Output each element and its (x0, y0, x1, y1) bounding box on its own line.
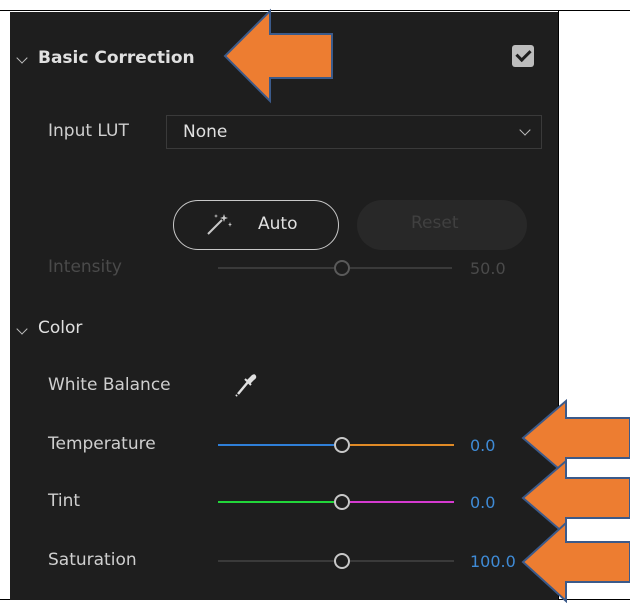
annotation-arrow-saturation (521, 520, 630, 603)
annotation-arrow-basic-correction (223, 8, 333, 104)
basic-correction-chevron-icon[interactable] (16, 52, 28, 64)
tint-value[interactable]: 0.0 (470, 493, 495, 512)
saturation-track-right (350, 560, 454, 562)
intensity-slider-handle[interactable] (334, 260, 350, 276)
saturation-value[interactable]: 100.0 (470, 552, 516, 571)
chevron-down-icon (519, 124, 531, 136)
auto-button-label: Auto (258, 214, 298, 234)
eyedropper-icon[interactable] (234, 372, 258, 402)
basic-correction-title[interactable]: Basic Correction (38, 48, 195, 68)
auto-button[interactable]: Auto (173, 200, 339, 250)
intensity-track-left (218, 267, 334, 269)
white-balance-label: White Balance (48, 375, 171, 395)
tint-label: Tint (48, 491, 81, 511)
magic-wand-icon (204, 212, 234, 242)
saturation-track-left (218, 560, 334, 562)
reset-button[interactable]: Reset (357, 200, 527, 250)
color-section-title[interactable]: Color (38, 318, 82, 338)
saturation-label: Saturation (48, 550, 137, 570)
temperature-value[interactable]: 0.0 (470, 436, 495, 455)
intensity-label: Intensity (48, 257, 122, 277)
tint-track-green (218, 501, 334, 503)
color-chevron-icon[interactable] (16, 323, 28, 335)
intensity-track-right (350, 267, 452, 269)
tint-slider-handle[interactable] (334, 494, 350, 510)
temperature-label: Temperature (48, 434, 156, 454)
input-lut-dropdown[interactable]: None (166, 115, 542, 149)
reset-button-label: Reset (411, 213, 459, 233)
temperature-track-warm (350, 444, 454, 446)
temperature-slider-handle[interactable] (334, 437, 350, 453)
temperature-track-cool (218, 444, 334, 446)
input-lut-value: None (183, 122, 228, 142)
basic-correction-enable-checkbox[interactable] (512, 45, 534, 67)
intensity-value[interactable]: 50.0 (470, 259, 506, 278)
tint-track-magenta (350, 501, 454, 503)
saturation-slider-handle[interactable] (334, 553, 350, 569)
input-lut-label: Input LUT (48, 121, 129, 141)
